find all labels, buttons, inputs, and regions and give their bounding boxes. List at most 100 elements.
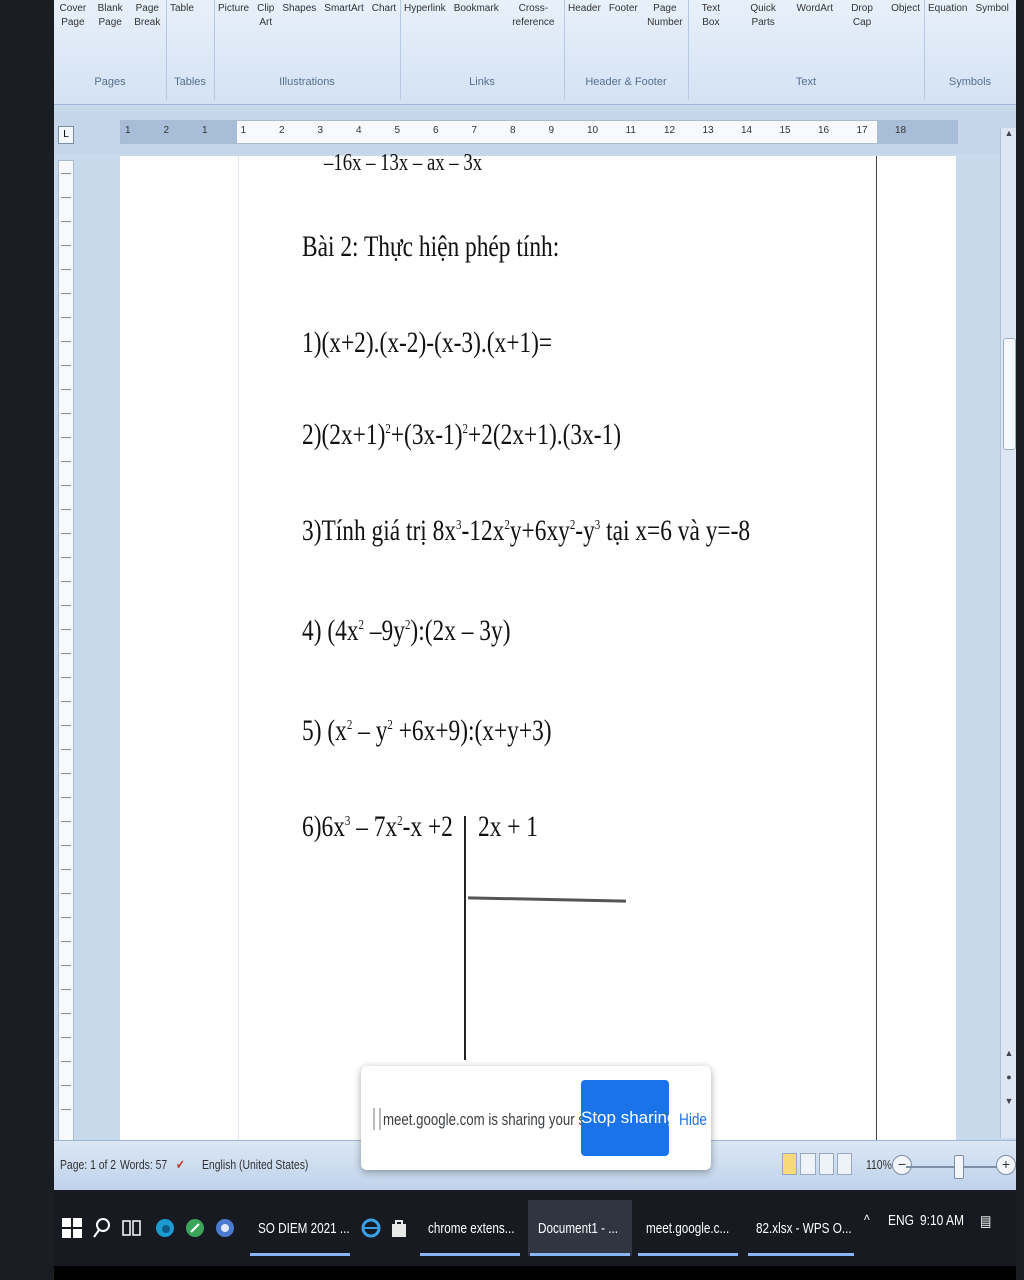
exercise-title: Bài 2: Thực hiện phép tính: (302, 230, 560, 263)
q6-part: 6)6x (302, 810, 345, 843)
vertical-ruler-tick (61, 245, 71, 246)
taskbar-app-document1[interactable]: Document1 - ... (528, 1200, 632, 1256)
taskbar-app-wps[interactable]: 82.xlsx - WPS O... (746, 1200, 856, 1256)
symbol-button[interactable]: Symbol (975, 0, 1008, 50)
group-label-header-footer: Header & Footer (585, 76, 667, 88)
drag-handle-icon[interactable] (373, 1108, 381, 1130)
print-layout-icon[interactable] (782, 1153, 798, 1175)
text-box-button[interactable]: Text Box (692, 0, 730, 50)
page-count[interactable]: Page: 1 of 2 (60, 1157, 116, 1172)
q4-part: 4) (4x (302, 614, 359, 647)
vertical-ruler-tick (61, 677, 71, 678)
store-bag-icon[interactable] (388, 1210, 410, 1246)
q3-part: -12x (461, 514, 505, 547)
zoom-in-icon[interactable]: + (996, 1155, 1016, 1175)
vertical-ruler-tick (61, 1037, 71, 1038)
ruler-tick-label: 5 (394, 125, 401, 136)
question-1: 1)(x+2).(x-2)-(x-3).(x+1)= (302, 326, 553, 359)
q2-part: 2)(2x+1) (302, 418, 386, 451)
stop-sharing-button[interactable]: Stop sharing (581, 1080, 676, 1156)
proofing-icon[interactable]: ✔ (176, 1157, 185, 1173)
outline-icon[interactable] (836, 1153, 852, 1175)
taskbar-app-label: chrome extens... (428, 1219, 515, 1237)
ruler-tick-label: 18 (895, 125, 907, 136)
word-count[interactable]: Words: 57 (120, 1157, 167, 1172)
vertical-ruler-tick (61, 941, 71, 942)
object-button[interactable]: Object (891, 0, 920, 50)
zoom-slider-handle[interactable] (953, 1155, 964, 1179)
active-indicator (420, 1253, 520, 1256)
header-button[interactable]: Header (568, 0, 601, 50)
ruler-tick-label: 1 (202, 125, 208, 136)
page-break-button[interactable]: Page Break (133, 0, 162, 50)
document-page[interactable]: –16x – 13x – ax – 3x Bài 2: Thực hiện ph… (120, 150, 956, 1140)
clock[interactable]: 9:10 AM (920, 1212, 964, 1229)
smartart-button[interactable]: SmartArt (324, 0, 363, 50)
ruler-tick-label: 12 (664, 125, 676, 136)
taskbar-app-chrome-extensions[interactable]: chrome extens... (418, 1200, 522, 1256)
q4-part: –9y (363, 614, 405, 647)
cross-reference-button[interactable]: Cross-reference (507, 0, 560, 50)
picture-button[interactable]: Picture (218, 0, 249, 50)
group-label-illustrations: Illustrations (279, 76, 335, 88)
vertical-ruler-tick (61, 389, 71, 390)
vertical-ruler-tick (61, 845, 71, 846)
edge-icon[interactable] (154, 1210, 176, 1246)
app-leaf-icon[interactable] (184, 1210, 206, 1246)
word-window: Cover Page Blank Page Page Break Pages T… (54, 0, 1016, 1266)
scroll-up-icon[interactable]: ▲ (1001, 128, 1016, 144)
chart-button[interactable]: Chart (372, 0, 396, 50)
vertical-ruler-tick (61, 1109, 71, 1110)
zoom-level[interactable]: 110% (866, 1157, 892, 1172)
q5-part: 5) (x (302, 714, 347, 747)
ribbon-group-header-footer: Header Footer Page Number Header & Foote… (564, 0, 689, 100)
shapes-button[interactable]: Shapes (282, 0, 316, 50)
footer-button[interactable]: Footer (609, 0, 638, 50)
show-hidden-icons-icon[interactable]: ^ (864, 1212, 870, 1229)
vertical-ruler-tick (61, 1061, 71, 1062)
equation-button[interactable]: Equation (928, 0, 967, 50)
search-icon[interactable] (90, 1210, 114, 1246)
app-globe-icon[interactable] (214, 1210, 236, 1246)
task-view-icon[interactable] (120, 1210, 144, 1246)
ruler-tick-label: 10 (587, 125, 599, 136)
hide-button[interactable]: Hide (679, 1110, 707, 1130)
page-number-button[interactable]: Page Number (646, 0, 684, 50)
vertical-ruler-tick (61, 1085, 71, 1086)
blank-page-button[interactable]: Blank Page (96, 0, 125, 50)
quick-parts-button[interactable]: Quick Parts (738, 0, 789, 50)
internet-explorer-icon[interactable] (360, 1210, 382, 1246)
taskbar-app-so-diem[interactable]: SO DIEM 2021 ... (248, 1200, 352, 1256)
vertical-ruler-tick (61, 509, 71, 510)
clip-art-button[interactable]: Clip Art (257, 0, 274, 50)
vertical-ruler-tick (61, 485, 71, 486)
zoom-out-icon[interactable]: − (892, 1155, 912, 1175)
bookmark-button[interactable]: Bookmark (454, 0, 499, 50)
ruler-tick-label: 16 (818, 125, 830, 136)
table-button[interactable]: Table (170, 0, 194, 50)
browse-object-icon[interactable]: ● (1001, 1072, 1016, 1088)
web-layout-icon[interactable] (818, 1153, 834, 1175)
vertical-ruler[interactable] (58, 160, 74, 1142)
horizontal-ruler[interactable]: 1 2 1 1 2 3 4 5 6 7 8 9 10 11 12 13 14 15 16 17 18 (120, 120, 958, 144)
next-page-icon[interactable]: ▼ (1001, 1096, 1016, 1112)
taskbar-app-meet[interactable]: meet.google.c... (636, 1200, 740, 1256)
tab-selector-button[interactable]: L (58, 126, 74, 144)
cover-page-button[interactable]: Cover Page (58, 0, 88, 50)
language-indicator[interactable]: English (United States) (202, 1157, 308, 1172)
windows-start-icon[interactable] (60, 1210, 84, 1246)
drop-cap-button[interactable]: Drop Cap (841, 0, 883, 50)
scrollbar-thumb[interactable] (1003, 338, 1016, 450)
previous-page-icon[interactable]: ▲ (1001, 1048, 1016, 1064)
hyperlink-button[interactable]: Hyperlink (404, 0, 446, 50)
vertical-ruler-tick (61, 197, 71, 198)
right-dark-border (1016, 0, 1024, 1280)
ribbon-group-links: Hyperlink Bookmark Cross-reference Links (400, 0, 565, 100)
full-screen-reading-icon[interactable] (800, 1153, 816, 1175)
wordart-button[interactable]: WordArt (797, 0, 834, 50)
active-indicator (250, 1253, 350, 1256)
vertical-scrollbar[interactable]: ▲ ▲ ● ▼ (1000, 128, 1016, 1138)
notifications-icon[interactable]: ▤ (980, 1212, 991, 1230)
input-language[interactable]: ENG (888, 1212, 914, 1229)
vertical-ruler-tick (61, 605, 71, 606)
